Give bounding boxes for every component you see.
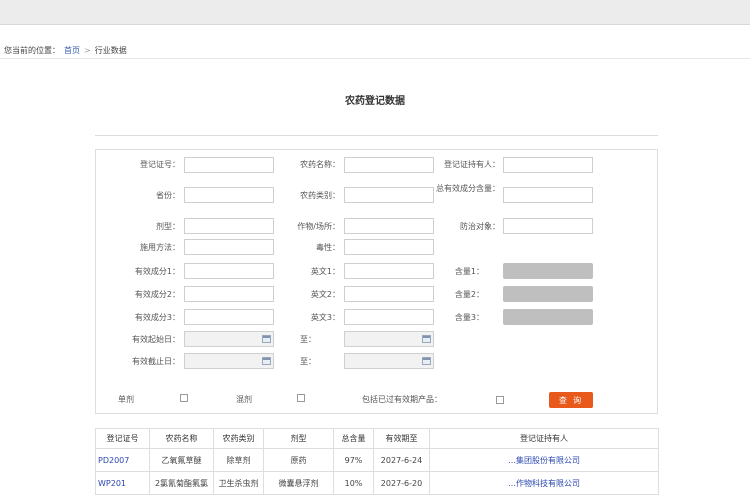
holder-link[interactable]: …集团股份有限公司 — [508, 456, 580, 465]
category-label: 农药类别： — [300, 191, 340, 200]
english2-input[interactable] — [344, 286, 434, 302]
search-button[interactable]: 查 询 — [549, 392, 593, 408]
calendar-icon[interactable] — [422, 357, 431, 365]
table-row: PD2007 乙氧氟草醚 除草剂 原药 97% 2027-6-24 …集团股份有… — [95, 448, 659, 472]
content3-input[interactable] — [503, 309, 593, 325]
page-title: 农药登记数据 — [345, 96, 405, 107]
ingredient3-label: 有效成分3： — [134, 313, 180, 322]
content1-label: 含量1： — [454, 267, 484, 276]
crop-input[interactable] — [344, 218, 434, 234]
results-table: 登记证号 农药名称 农药类别 剂型 总含量 有效期至 登记证持有人 PD2007… — [95, 428, 659, 495]
reg-no-link[interactable]: PD2007 — [98, 456, 129, 465]
holder-label: 登记证持有人： — [444, 160, 500, 169]
english1-label: 英文1： — [310, 267, 340, 276]
divider — [0, 24, 750, 25]
breadcrumb-current: 行业数据 — [94, 45, 127, 55]
column-header: 有效期至 — [373, 428, 430, 449]
total-content-input[interactable] — [503, 187, 593, 203]
expired-checkbox[interactable] — [496, 396, 504, 404]
content2-label: 含量2： — [454, 290, 484, 299]
holder-link[interactable]: …作物科技有限公司 — [508, 479, 580, 488]
mixed-label: 混剂 — [236, 395, 252, 404]
usage-input[interactable] — [184, 239, 274, 255]
table-cell: 2027-6-20 — [373, 471, 430, 495]
expired-label: 包括已过有效期产品： — [362, 395, 442, 404]
column-header: 登记证号 — [95, 428, 150, 449]
valid-end-to-input[interactable] — [344, 353, 434, 369]
reg-no-input[interactable] — [184, 157, 274, 173]
valid-start-to-input[interactable] — [344, 331, 434, 347]
province-input[interactable] — [184, 187, 274, 203]
table-cell: 97% — [333, 448, 374, 472]
table-cell: 2027-6-24 — [373, 448, 430, 472]
target-input[interactable] — [503, 218, 593, 234]
table-cell: 原药 — [263, 448, 334, 472]
toxicity-input[interactable] — [344, 239, 434, 255]
total-content-label: 总有效成分含量： — [436, 184, 500, 193]
to-label: 至： — [300, 357, 316, 366]
column-header: 农药类别 — [213, 428, 264, 449]
category-input[interactable] — [344, 187, 434, 203]
to-label: 至： — [300, 335, 316, 344]
column-header: 总含量 — [333, 428, 374, 449]
pesticide-name-label: 农药名称： — [300, 160, 340, 169]
column-header: 农药名称 — [149, 428, 214, 449]
top-banner — [0, 0, 750, 24]
single-checkbox[interactable] — [180, 394, 188, 402]
mixed-checkbox[interactable] — [297, 394, 305, 402]
single-label: 单剂 — [118, 395, 134, 404]
content3-label: 含量3： — [454, 313, 484, 322]
reg-no-label: 登记证号： — [140, 160, 180, 169]
dosage-form-input[interactable] — [184, 218, 274, 234]
ingredient3-input[interactable] — [184, 309, 274, 325]
pesticide-name-input[interactable] — [344, 157, 434, 173]
usage-label: 施用方法： — [140, 243, 180, 252]
ingredient2-input[interactable] — [184, 286, 274, 302]
reg-no-link[interactable]: WP201 — [98, 479, 126, 488]
table-cell: 除草剂 — [213, 448, 264, 472]
table-cell: 10% — [333, 471, 374, 495]
valid-start-from-input[interactable] — [184, 331, 274, 347]
breadcrumb-prefix: 您当前的位置： — [4, 45, 60, 55]
english2-label: 英文2： — [310, 290, 340, 299]
english3-input[interactable] — [344, 309, 434, 325]
valid-end-label: 有效截止日： — [132, 357, 180, 366]
calendar-icon[interactable] — [422, 335, 431, 343]
table-row: WP201 2氯氰菊酯氟氯 卫生杀虫剂 微囊悬浮剂 10% 2027-6-20 … — [95, 471, 659, 495]
english3-label: 英文3： — [310, 313, 340, 322]
content1-input[interactable] — [503, 263, 593, 279]
dosage-form-label: 剂型： — [156, 222, 180, 231]
table-cell: 微囊悬浮剂 — [263, 471, 334, 495]
target-label: 防治对象： — [460, 222, 500, 231]
ingredient1-input[interactable] — [184, 263, 274, 279]
toxicity-label: 毒性： — [316, 243, 340, 252]
breadcrumb-home-link[interactable]: 首页 — [64, 45, 80, 56]
ingredient1-label: 有效成分1： — [134, 267, 180, 276]
valid-end-from-input[interactable] — [184, 353, 274, 369]
holder-input[interactable] — [503, 157, 593, 173]
province-label: 省份： — [156, 191, 180, 200]
english1-input[interactable] — [344, 263, 434, 279]
table-cell: 乙氧氟草醚 — [149, 448, 214, 472]
content2-input[interactable] — [503, 286, 593, 302]
table-header-row: 登记证号 农药名称 农药类别 剂型 总含量 有效期至 登记证持有人 — [95, 428, 659, 449]
breadcrumb-separator: > — [84, 45, 91, 55]
column-header: 登记证持有人 — [429, 428, 659, 449]
valid-start-label: 有效起始日： — [132, 335, 180, 344]
table-cell: 卫生杀虫剂 — [213, 471, 264, 495]
divider — [95, 135, 658, 136]
divider — [0, 58, 750, 59]
column-header: 剂型 — [263, 428, 334, 449]
crop-label: 作物/场所： — [297, 222, 340, 231]
table-cell: 2氯氰菊酯氟氯 — [149, 471, 214, 495]
breadcrumb: 您当前的位置： 首页 > 行业数据 — [4, 44, 127, 56]
ingredient2-label: 有效成分2： — [134, 290, 180, 299]
